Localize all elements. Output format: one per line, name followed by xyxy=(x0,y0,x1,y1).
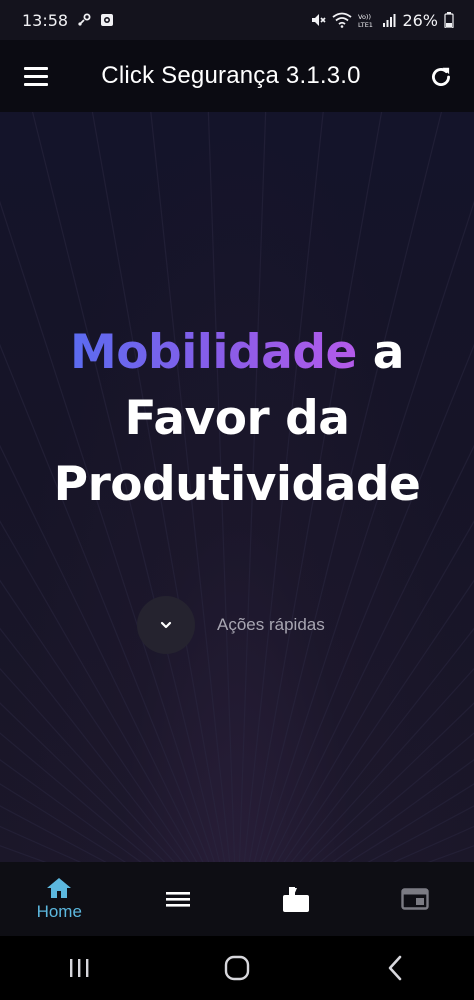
recents-icon xyxy=(70,959,89,977)
svg-text:LTE1: LTE1 xyxy=(358,21,373,28)
hero-ray xyxy=(0,684,237,862)
wifi-icon xyxy=(332,12,352,28)
hero-headline: Mobilidade a Favor da Produtividade xyxy=(0,320,474,518)
back-button[interactable] xyxy=(365,948,425,988)
hero-headline-line2: Favor da xyxy=(124,391,350,446)
notification-app-icon xyxy=(100,13,114,27)
hero-ray xyxy=(283,579,474,862)
svg-text:Vo)): Vo)) xyxy=(358,13,371,21)
hero-headline-accent: Mobilidade xyxy=(69,325,357,380)
back-icon xyxy=(388,955,402,981)
hero-headline-line3: Produtividade xyxy=(53,457,421,512)
quick-actions-label: Ações rápidas xyxy=(217,615,325,634)
hero-headline-line1: Mobilidade a xyxy=(0,320,474,386)
home-circle-icon xyxy=(224,955,250,981)
app-bar: Click Segurança 3.1.3.0 xyxy=(0,40,474,112)
hero-ray xyxy=(237,684,474,862)
battery-percent: 26% xyxy=(402,10,438,30)
window-icon xyxy=(401,888,429,910)
hero-ray xyxy=(367,805,474,862)
status-left: 13:58 xyxy=(22,11,114,30)
bottom-nav: Home xyxy=(0,862,474,936)
hero-ray xyxy=(0,807,237,862)
mute-icon xyxy=(310,12,327,28)
refresh-button[interactable] xyxy=(426,62,456,92)
hero-ray xyxy=(0,627,184,862)
status-bar: 13:58 Vo)) LTE1 26% xyxy=(0,0,474,40)
home-icon xyxy=(47,878,72,898)
refresh-icon xyxy=(432,67,450,86)
menu-button[interactable] xyxy=(18,60,54,92)
list-icon xyxy=(165,892,190,907)
hero-ray xyxy=(290,627,474,862)
quick-actions-button[interactable] xyxy=(137,596,195,654)
recents-button[interactable] xyxy=(49,948,109,988)
hero-ray xyxy=(427,845,474,862)
clipboard-icon xyxy=(283,887,310,912)
app-title: Click Segurança 3.1.3.0 xyxy=(101,62,361,89)
status-right: Vo)) LTE1 26% xyxy=(310,11,454,30)
hero-headline-line1-rest: a xyxy=(356,325,405,380)
hero-section: Mobilidade a Favor da Produtividade Açõe… xyxy=(0,112,474,862)
battery-icon xyxy=(444,12,454,28)
hero-ray xyxy=(0,805,107,862)
nav-label-home: Home xyxy=(36,902,82,921)
volte-icon: Vo)) LTE1 xyxy=(358,12,376,28)
quick-actions[interactable]: Ações rápidas xyxy=(137,596,325,654)
nav-item-window[interactable] xyxy=(356,862,474,936)
nav-item-list[interactable] xyxy=(119,862,238,936)
system-nav xyxy=(0,936,474,1000)
menu-icon xyxy=(24,66,48,70)
nav-item-clipboard[interactable] xyxy=(237,862,356,936)
chevron-down-icon xyxy=(160,621,172,629)
signal-icon xyxy=(382,13,396,27)
link-icon xyxy=(76,12,92,28)
system-home-button[interactable] xyxy=(207,948,267,988)
status-time: 13:58 xyxy=(22,10,69,30)
hero-ray xyxy=(237,807,474,862)
hero-ray xyxy=(0,579,191,862)
nav-item-home[interactable]: Home xyxy=(0,862,119,936)
hero-ray xyxy=(0,845,47,862)
